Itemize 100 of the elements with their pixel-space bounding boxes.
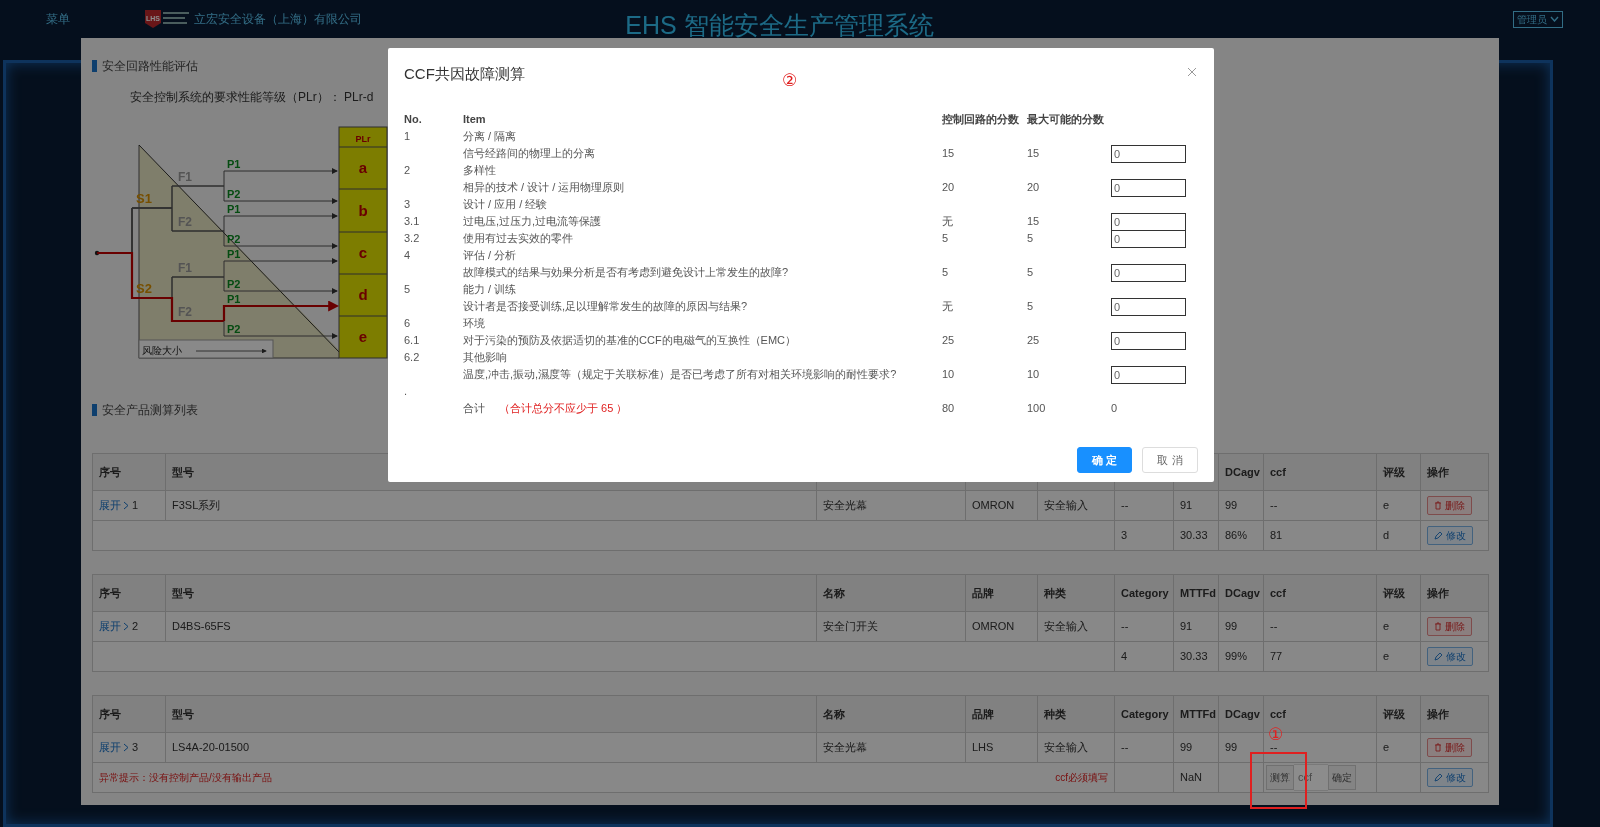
score-input[interactable]: 0 [1111,332,1186,350]
edit-button[interactable]: 修改 [1427,526,1473,545]
table-cell: 99 [1218,490,1264,521]
user-dropdown[interactable]: 管理员 [1513,10,1563,28]
confirm-button[interactable]: 确 定 [1077,447,1132,473]
level-label: b [358,201,368,219]
item-text: 信号经路间的物理上的分离 [463,146,596,161]
chevron-down-icon [1550,16,1559,22]
graph-label: P1 [227,158,241,170]
table-cell-text: 10 [942,367,956,382]
expand-link[interactable]: 展开 [99,618,129,635]
table-cell-text: 25 [1027,333,1041,348]
chevron-right-icon [123,743,129,752]
table-cell-text: 5 [1027,299,1035,314]
delete-button[interactable]: 删除 [1427,496,1472,515]
column-header: 序号 [92,695,166,733]
table-cell: 99 [1218,732,1264,763]
table-cell-text: 5 [942,265,950,280]
column-header: DCagv [1218,695,1264,733]
edit-button[interactable]: 修改 [1427,647,1473,666]
score-input[interactable]: 0 [1111,264,1186,282]
delete-button[interactable]: 删除 [1427,738,1472,757]
item-text: 设计 / 应用 / 经験 [463,197,549,212]
table-cell: 91 [1173,611,1219,642]
column-header: 种类 [1037,574,1115,612]
confirm-button[interactable]: 确定 [1328,765,1356,790]
table-cell: OMRON [965,611,1038,642]
table-cell: e [1376,732,1421,763]
delete-button[interactable]: 删除 [1427,617,1472,636]
level-label: c [358,244,368,261]
axis-label: 风险大小 [142,345,182,356]
table-cell: 77 [1263,641,1377,672]
item-text: 使用有过去实效的零件 [463,231,574,246]
total-value: 0 [1111,401,1119,416]
graph-label: P1 [227,203,241,215]
dialog-title: CCF共因故障测算 [404,64,525,84]
trash-icon [1434,622,1442,631]
table-cell-text: 15 [1027,214,1041,229]
table-cell: 安全光幕 [816,490,966,521]
table-cell-text: 无 [942,214,954,229]
annotation-number: ② [782,72,798,89]
table-cell: 安全输入 [1037,490,1115,521]
table-cell: 86% [1218,520,1264,551]
score-input[interactable]: 0 [1111,179,1186,197]
cancel-button[interactable]: 取 消 [1142,447,1198,473]
score-input[interactable]: 0 [1111,366,1186,384]
section-marker [92,404,97,416]
column-header: 评级 [1376,695,1421,733]
app-title: EHS 智能安全生产管理系统 [625,11,934,40]
table-cell-text: 15 [1027,146,1041,161]
expand-link[interactable]: 展开 [99,497,129,514]
item-text: 分离 / 隔离 [463,129,518,144]
item-text: 对于污染的预防及依据适切的基准的CCF的电磁气的互换性（EMC） [463,333,798,348]
item-text: 相异的技术 / 设计 / 运用物理原则 [463,180,626,195]
item-number: 4 [404,248,412,263]
score-input[interactable]: 0 [1111,298,1186,316]
minimum-note: （合计总分不应少于 65 ） [499,401,628,416]
score-input[interactable]: 0 [1111,145,1186,163]
company-name: 立宏安全设备（上海）有限公司 [194,11,362,28]
table-cell-text: 10 [1027,367,1041,382]
score-input[interactable]: 0 [1111,230,1186,248]
expand-link[interactable]: 展开 [99,739,129,756]
column-header: 操作 [1420,695,1489,733]
item-text: 温度,冲击,振动,濕度等（规定于关联标准）是否已考虑了所有对相关环境影响的耐性要求? [463,367,898,382]
column-header: 评级 [1376,574,1421,612]
calculate-button[interactable]: 测算 [1266,765,1294,790]
table-cell-text: 80 [942,401,956,416]
table-cell: e [1376,490,1421,521]
table-cell: 30.33 [1173,520,1219,551]
column-header: MTTFd [1173,574,1219,612]
table-cell: -- [1263,611,1377,642]
table-cell-text: 100 [1027,401,1047,416]
table-cell: -- [1263,490,1377,521]
warning-message: 异常提示：没有控制产品/没有输出产品 [99,771,272,785]
graph-label: S2 [136,281,152,296]
item-text: 多样性 [463,163,497,178]
table-cell-text: 15 [942,146,956,161]
trash-icon [1434,743,1442,752]
column-header: ccf [1263,574,1377,612]
table-cell: e [1376,611,1421,642]
item-number: 3.1 [404,214,421,229]
table-cell: NaN [1173,762,1219,793]
column-header: DCagv [1218,453,1264,491]
score-input[interactable]: 0 [1111,213,1186,231]
close-icon [1187,66,1197,77]
column-header: No. [404,112,423,127]
table-cell: 安全光幕 [816,732,966,763]
column-header: 名称 [816,574,966,612]
column-header: ccf [1263,453,1377,491]
menu-link[interactable]: 菜单 [46,10,70,28]
column-header: Category [1114,574,1174,612]
pencil-icon [1434,652,1443,661]
pencil-icon [1434,531,1443,540]
table-cell: LHS [965,732,1038,763]
item-number: 6.1 [404,333,421,348]
graph-label: P2 [227,188,241,200]
validation-message: ccf必须填写 [1055,771,1108,785]
edit-button[interactable]: 修改 [1427,768,1473,787]
table-cell: 4 [1114,641,1174,672]
section-marker [92,60,97,72]
